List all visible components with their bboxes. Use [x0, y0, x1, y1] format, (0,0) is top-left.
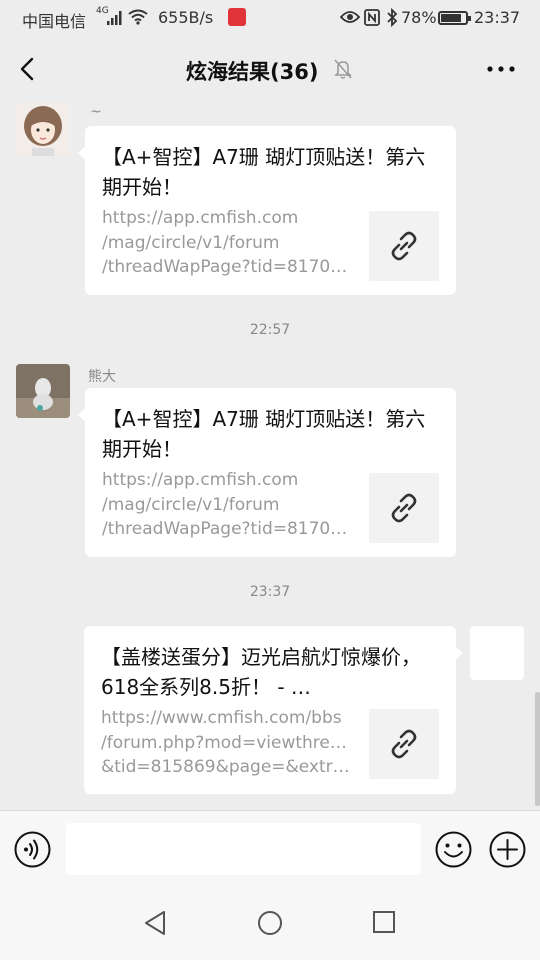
link-title: 【盖楼送蛋分】迈光启航灯惊爆价，618全系列8.5折！ - … [101, 645, 421, 699]
nfc-icon [364, 9, 380, 26]
chat-message-list[interactable]: ~ 【A+智控】A7珊 瑚灯顶贴送！第六期开始！ https://app.cmf… [0, 102, 540, 810]
system-nav-bar [0, 886, 540, 960]
nav-recent-icon[interactable] [372, 910, 396, 934]
clock: 23:37 [474, 8, 521, 27]
bluetooth-icon [387, 8, 398, 27]
nav-home-icon[interactable] [257, 910, 283, 936]
back-icon[interactable] [14, 54, 42, 84]
app-notification-icon [228, 8, 246, 26]
mute-bell-icon [334, 59, 352, 79]
bubble-arrow [455, 646, 463, 660]
link-thumbnail [369, 709, 439, 779]
emoji-icon[interactable] [435, 831, 472, 868]
link-url-line: /threadWapPage?tid=8170… [102, 257, 348, 277]
avatar[interactable] [16, 102, 70, 156]
chat-title: 炫海结果(36) [186, 60, 319, 84]
link-url-line: /forum.php?mod=viewthread [101, 732, 351, 753]
link-url-line: /mag/circle/v1/forum [102, 232, 280, 253]
nav-back-icon[interactable] [142, 909, 168, 937]
avatar[interactable] [470, 626, 524, 680]
timestamp: 22:57 [249, 322, 291, 338]
scrollbar[interactable] [535, 692, 540, 806]
plus-icon[interactable] [489, 831, 526, 868]
avatar[interactable] [16, 364, 70, 418]
link-url-line: https://www.cmfish.com/bbs [101, 708, 342, 728]
more-icon[interactable] [486, 64, 516, 74]
link-message-card[interactable]: 【A+智控】A7珊 瑚灯顶贴送！第六期开始！ https://app.cmfis… [78, 126, 456, 295]
chat-header: 炫海结果(36) [0, 36, 540, 102]
battery-icon [438, 11, 471, 25]
timestamp: 23:37 [249, 584, 291, 600]
link-icon [391, 493, 417, 523]
link-thumbnail [369, 211, 439, 281]
link-title: 【A+智控】A7珊 瑚灯顶贴送！第六期开始！ [102, 407, 426, 461]
link-url-line: https://app.cmfish.com [102, 208, 299, 228]
voice-icon[interactable] [14, 831, 51, 868]
link-url-line: /mag/circle/v1/forum [102, 494, 280, 515]
link-url-line: &tid=815869&page=&extra… [101, 757, 351, 777]
link-icon [391, 231, 417, 261]
status-bar: 中国电信 4G 655B/s 78% 23:37 [0, 0, 540, 36]
input-bar [0, 810, 540, 886]
carrier-label: 中国电信 [22, 12, 87, 31]
link-message-card[interactable]: 【盖楼送蛋分】迈光启航灯惊爆价，618全系列8.5折！ - … https://… [84, 626, 463, 794]
link-icon [391, 729, 417, 759]
link-url-line: /threadWapPage?tid=8170… [102, 519, 348, 539]
wifi-icon [128, 9, 148, 25]
bubble-arrow [78, 146, 86, 160]
link-url-line: https://app.cmfish.com [102, 470, 299, 490]
bubble-arrow [78, 408, 86, 422]
battery-percent: 78% [401, 8, 437, 27]
link-thumbnail [369, 473, 439, 543]
signal-icon [107, 11, 122, 25]
message-input[interactable] [66, 823, 421, 875]
link-title: 【A+智控】A7珊 瑚灯顶贴送！第六期开始！ [102, 145, 426, 199]
eye-comfort-icon [340, 11, 360, 23]
sender-name: ~ [90, 104, 102, 120]
network-speed: 655B/s [158, 8, 214, 27]
sender-name: 熊大 [88, 369, 116, 385]
link-message-card[interactable]: 【A+智控】A7珊 瑚灯顶贴送！第六期开始！ https://app.cmfis… [78, 388, 456, 557]
